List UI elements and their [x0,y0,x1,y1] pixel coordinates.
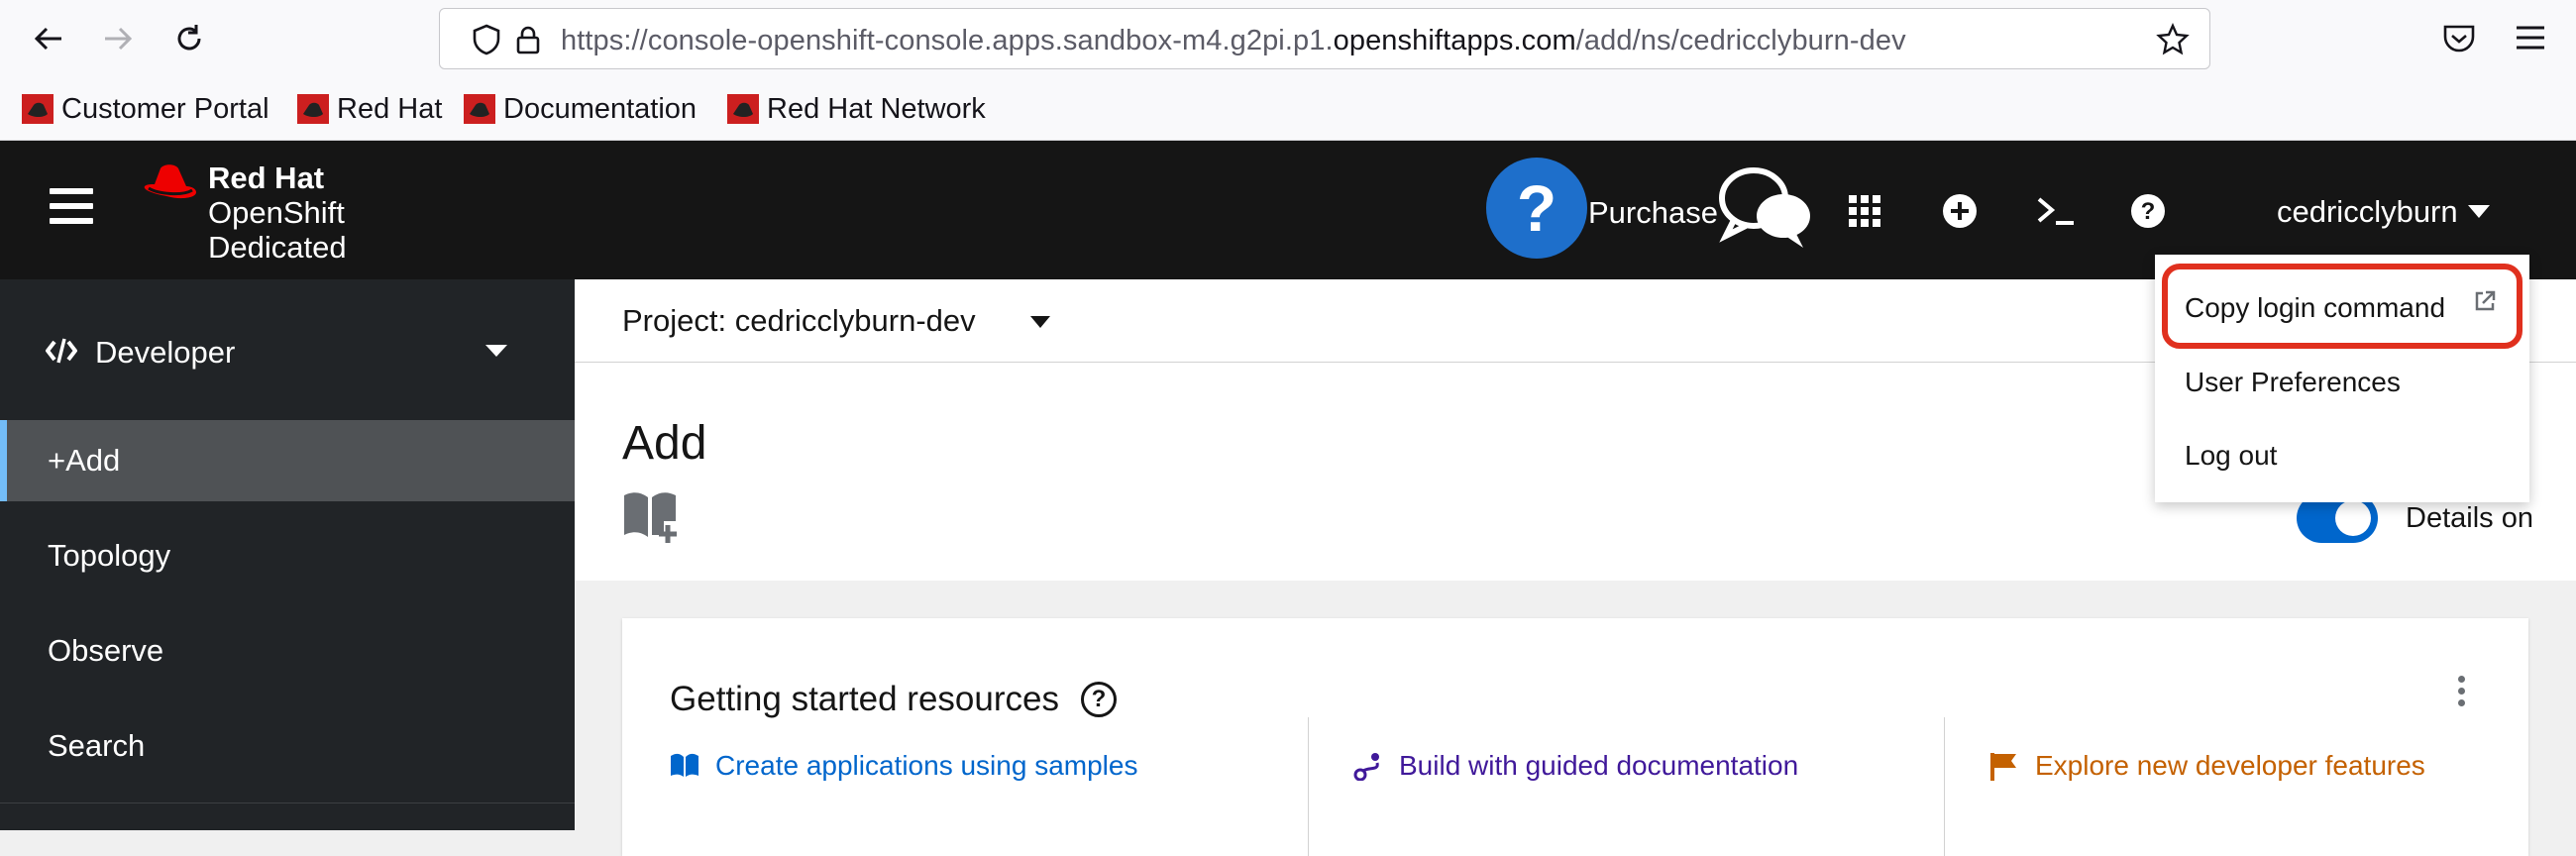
link-label: Create applications using samples [715,750,1138,781]
nav-item-observe[interactable]: Observe [0,610,575,692]
highlight-annotation [2162,264,2522,349]
back-button[interactable] [24,14,73,63]
nav-toggle-button[interactable] [50,188,93,232]
samples-link[interactable]: Create applications using samples [670,750,1137,782]
bookmark-label: Documentation [503,92,698,125]
bookmark-label: Red Hat [337,92,443,125]
reload-icon [177,25,201,51]
back-arrow-icon [34,27,61,51]
caret-down-icon[interactable] [1030,316,1050,328]
svg-text:?: ? [2141,198,2156,225]
route-icon [1353,753,1379,781]
brand-logo[interactable]: Red Hat OpenShift Dedicated [141,160,347,265]
column-divider [1308,717,1309,856]
purchase-link[interactable]: Purchase [1588,195,1718,231]
redhat-logo-icon [144,164,196,199]
shield-icon[interactable] [470,23,503,56]
guided-docs-link[interactable]: Build with guided documentation [1353,750,1798,782]
new-features-link[interactable]: Explore new developer features [1989,750,2425,782]
pocket-icon[interactable] [2441,22,2477,55]
column-divider [1944,717,1945,856]
brand-edition: Dedicated [208,230,347,265]
caret-down-icon [485,345,507,357]
bookmark-red-hat-network[interactable]: Red Hat Network [727,89,986,129]
getting-started-card: Getting started resources ? Create appli… [622,618,2528,856]
flag-icon [1990,753,2016,781]
sidebar-divider [0,802,575,803]
nav-item-topology[interactable]: Topology [0,515,575,596]
reload-button[interactable] [164,14,214,63]
code-icon [46,338,77,364]
quickstart-book-icon[interactable] [622,489,680,545]
nav-item-search[interactable]: Search [0,705,575,787]
sidebar: Developer +Add Topology Observe Search [0,279,575,830]
bookmark-label: Customer Portal [61,92,269,125]
plus-circle-icon[interactable] [1942,193,1978,229]
perspective-switcher[interactable]: Developer [0,279,575,423]
link-label: Build with guided documentation [1399,750,1799,781]
nav-item-add[interactable]: +Add [0,420,575,501]
help-circle-icon[interactable]: ? [1080,682,1117,717]
caret-down-icon [2467,205,2490,218]
bookmark-label: Red Hat Network [767,92,986,125]
url-bar[interactable]: https://console-openshift-console.apps.s… [439,8,2210,69]
redhat-favicon-icon [727,94,759,124]
bookmarks-toolbar: Customer Portal Red Hat Documentation Re… [0,77,2576,141]
book-open-icon [671,753,698,777]
url-text: https://console-openshift-console.apps.s… [561,25,1906,56]
app-launcher-grid-icon[interactable] [1849,195,1880,227]
brand-name: Red Hat [208,160,325,195]
browser-toolbar: https://console-openshift-console.apps.s… [0,0,2576,77]
menu-icon[interactable] [2515,24,2546,52]
project-selector[interactable]: Project: cedricclyburn-dev [622,303,976,339]
page-title: Add [622,417,707,470]
help-bubble-icon[interactable]: ? [1486,158,1587,259]
perspective-label: Developer [95,335,236,370]
user-name: cedricclyburn [2277,194,2458,229]
bookmark-star-icon[interactable] [2156,23,2190,56]
user-preferences-item[interactable]: User Preferences [2185,367,2401,398]
bookmark-documentation[interactable]: Documentation [464,89,697,129]
question-circle-icon[interactable]: ? [2130,193,2166,229]
bookmark-customer-portal[interactable]: Customer Portal [22,89,269,129]
user-menu-toggle[interactable]: cedricclyburn [2277,194,2490,230]
forward-button[interactable] [93,14,143,63]
log-out-item[interactable]: Log out [2185,440,2277,472]
brand-product: OpenShift [208,195,345,230]
card-title: Getting started resources ? [670,680,1117,719]
kebab-menu-icon[interactable] [2458,676,2468,711]
redhat-favicon-icon [297,94,329,124]
details-toggle-label: Details on [2406,502,2533,534]
forward-arrow-icon [105,27,133,51]
link-label: Explore new developer features [2035,750,2425,781]
redhat-favicon-icon [464,94,495,124]
terminal-icon[interactable] [2036,195,2076,227]
lock-icon[interactable] [511,23,545,56]
redhat-favicon-icon [22,94,54,124]
bookmark-red-hat[interactable]: Red Hat [297,89,442,129]
chat-bubbles-icon[interactable] [1716,162,1815,258]
